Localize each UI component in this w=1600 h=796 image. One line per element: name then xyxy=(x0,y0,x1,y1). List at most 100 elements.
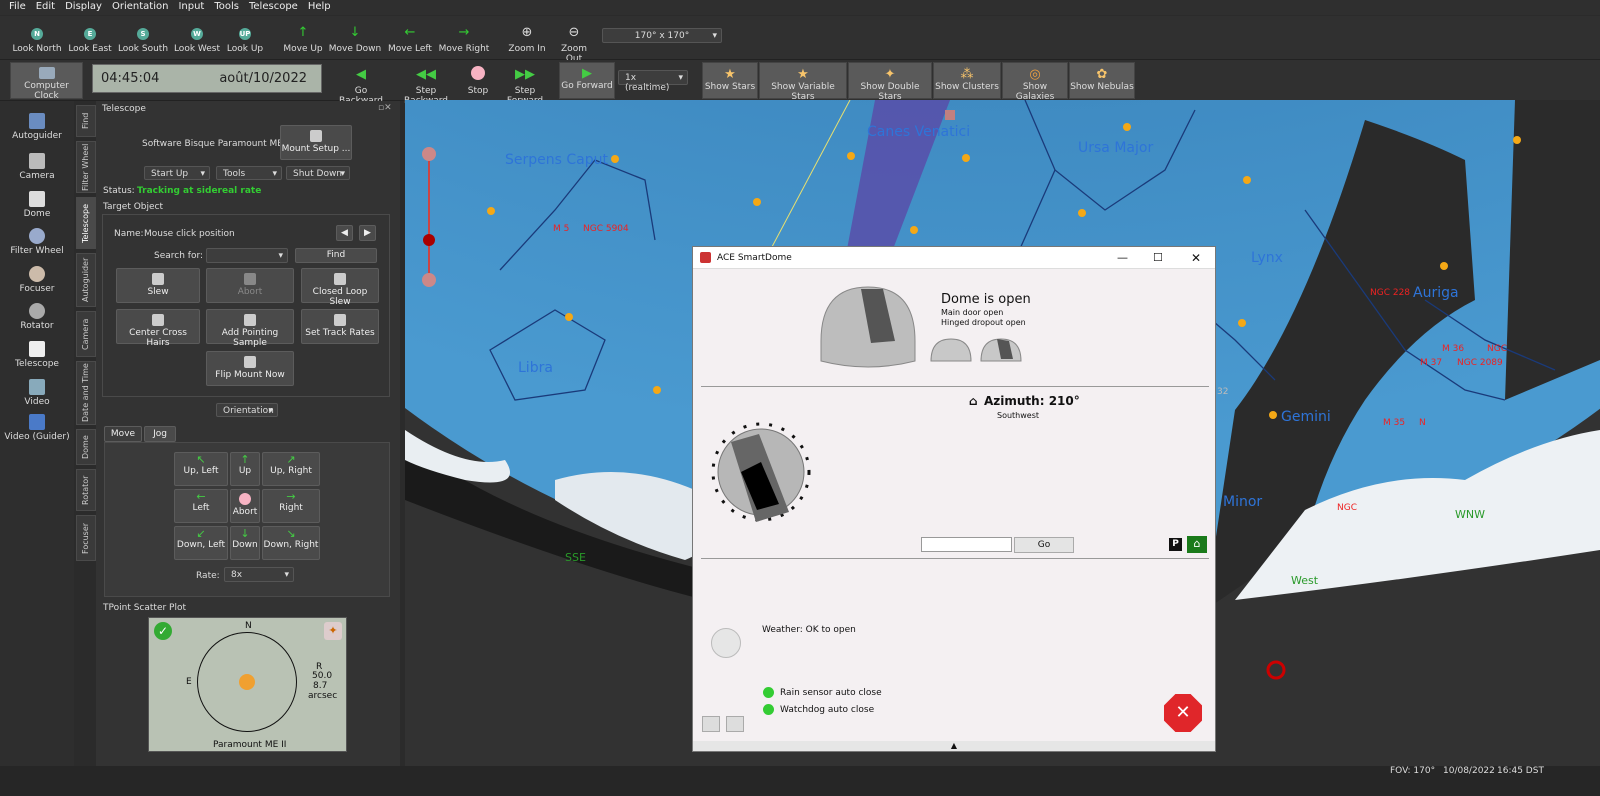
zoom-out-icon: ⊖ xyxy=(568,25,580,40)
go-backward-button[interactable]: ◀Go Backward xyxy=(332,66,390,106)
tab-date-and-time[interactable]: Date and Time xyxy=(76,361,96,425)
flip-mount-now-button[interactable]: Flip Mount Now xyxy=(206,351,294,386)
park-button[interactable]: P xyxy=(1169,538,1182,551)
menu-display[interactable]: Display xyxy=(60,0,107,15)
emergency-stop-button[interactable]: ✕ xyxy=(1164,694,1202,732)
zoom-plus-icon[interactable] xyxy=(422,147,436,161)
menu-file[interactable]: File xyxy=(4,0,31,15)
zoom-out-button[interactable]: ⊖ Zoom Out xyxy=(552,24,596,64)
abort-button[interactable]: Abort xyxy=(206,268,294,303)
tab-camera[interactable]: Camera xyxy=(76,311,96,357)
label-gemini: Gemini xyxy=(1281,409,1331,425)
telescope-tool[interactable]: Telescope xyxy=(0,341,74,369)
focuser-tool[interactable]: Focuser xyxy=(0,266,74,294)
menu-telescope[interactable]: Telescope xyxy=(244,0,303,15)
expand-arrow-icon[interactable]: ▲ xyxy=(693,741,1215,751)
float-close-icon[interactable]: ▫✕ xyxy=(378,103,392,113)
search-input[interactable] xyxy=(206,248,288,263)
menu-edit[interactable]: Edit xyxy=(31,0,60,15)
previous-button[interactable]: ◀ xyxy=(336,225,353,241)
tab-focuser[interactable]: Focuser xyxy=(76,515,96,561)
home-button[interactable]: ⌂ xyxy=(1187,536,1207,553)
zoom-slider-handle[interactable] xyxy=(423,234,435,246)
move-down-left-button[interactable]: ↙ Down, Left xyxy=(174,526,228,560)
tab-autoguider[interactable]: Autoguider xyxy=(76,253,96,307)
menu-input[interactable]: Input xyxy=(173,0,209,15)
slew-button[interactable]: Slew xyxy=(116,268,200,303)
tools-select[interactable]: Tools xyxy=(216,166,282,180)
go-forward-button[interactable]: ▶ Go Forward xyxy=(559,62,615,99)
go-button[interactable]: Go xyxy=(1014,537,1074,553)
galaxy-icon: ◎ xyxy=(1029,67,1041,82)
tab-rotator[interactable]: Rotator xyxy=(76,469,96,511)
south-icon: S xyxy=(137,28,149,40)
next-button[interactable]: ▶ xyxy=(359,225,376,241)
tab-dome[interactable]: Dome xyxy=(76,429,96,465)
look-up-button[interactable]: UP Look Up xyxy=(224,24,266,54)
video-guider-tool[interactable]: Video (Guider) xyxy=(0,414,74,442)
menu-help[interactable]: Help xyxy=(303,0,336,15)
camera-tool[interactable]: Camera xyxy=(0,153,74,181)
set-track-rates-button[interactable]: Set Track Rates xyxy=(301,309,379,344)
center-cross-hairs-button[interactable]: Center Cross Hairs xyxy=(116,309,200,348)
fov-select[interactable]: 170° x 170° xyxy=(602,28,722,43)
filter-wheel-tool[interactable]: Filter Wheel xyxy=(0,228,74,256)
add-pointing-sample-button[interactable]: Add Pointing Sample xyxy=(206,309,294,348)
camera-view-icon[interactable] xyxy=(726,716,744,732)
move-up-left-button[interactable]: ↖ Up, Left xyxy=(174,452,228,486)
orientation-select[interactable]: Orientation xyxy=(216,403,278,417)
menu-orientation[interactable]: Orientation xyxy=(107,0,173,15)
look-west-button[interactable]: W Look West xyxy=(172,24,222,54)
move-down-button[interactable]: ↓ Move Down xyxy=(328,24,382,54)
show-double-stars-button[interactable]: ✦ Show Double Stars xyxy=(848,62,932,102)
time-rate-select[interactable]: 1x (realtime) xyxy=(618,70,688,93)
mount-setup-button[interactable]: Mount Setup ... xyxy=(280,125,352,160)
move-up-right-button[interactable]: ↗ Up, Right xyxy=(262,452,320,486)
move-up-button[interactable]: ↑ Move Up xyxy=(280,24,326,54)
close-icon[interactable]: ✕ xyxy=(1191,247,1201,269)
autoguider-tool[interactable]: Autoguider xyxy=(0,113,74,141)
rotator-tool[interactable]: Rotator xyxy=(0,303,74,331)
minimize-icon[interactable]: — xyxy=(1117,247,1128,269)
video-tool[interactable]: Video xyxy=(0,379,74,407)
tab-telescope[interactable]: Telescope xyxy=(76,197,96,249)
move-left-button[interactable]: ← Move Left xyxy=(384,24,436,54)
move-down-button-panel[interactable]: ↓ Down xyxy=(230,526,260,560)
start-up-select[interactable]: Start Up xyxy=(144,166,210,180)
tab-find[interactable]: Find xyxy=(76,105,96,137)
zoom-in-button[interactable]: ⊕ Zoom In xyxy=(506,24,548,54)
tab-jog[interactable]: Jog xyxy=(144,426,176,442)
move-left-button-panel[interactable]: ← Left xyxy=(174,489,228,523)
tab-filter-wheel[interactable]: Filter Wheel xyxy=(76,141,96,193)
show-nebulas-button[interactable]: ✿ Show Nebulas xyxy=(1069,62,1135,99)
show-variable-stars-button[interactable]: ★ Show Variable Stars xyxy=(759,62,847,102)
azimuth-input[interactable] xyxy=(921,537,1012,552)
move-abort-button[interactable]: Abort xyxy=(230,489,260,523)
find-button[interactable]: Find xyxy=(295,248,377,263)
move-down-right-button[interactable]: ↘ Down, Right xyxy=(262,526,320,560)
pointing-model-icon[interactable]: ✦ xyxy=(324,622,342,640)
closed-loop-slew-button[interactable]: Closed Loop Slew xyxy=(301,268,379,307)
maximize-icon[interactable]: ☐ xyxy=(1153,247,1163,269)
move-up-button-panel[interactable]: ↑ Up xyxy=(230,452,260,486)
look-east-button[interactable]: E Look East xyxy=(66,24,114,54)
look-south-button[interactable]: S Look South xyxy=(116,24,170,54)
shut-down-select[interactable]: Shut Down xyxy=(286,166,350,180)
show-stars-button[interactable]: ★ Show Stars xyxy=(702,62,758,99)
tab-move[interactable]: Move xyxy=(104,426,142,442)
clock-display[interactable]: 04:45:04 août/10/2022 xyxy=(92,64,322,93)
rate-select[interactable]: 8x xyxy=(224,567,294,582)
computer-clock-button[interactable]: Computer Clock xyxy=(10,62,83,101)
dome-tool[interactable]: Dome xyxy=(0,191,74,219)
show-clusters-button[interactable]: ⁂ Show Clusters xyxy=(933,62,1001,99)
zoom-minus-icon[interactable] xyxy=(422,273,436,287)
show-galaxies-button[interactable]: ◎ Show Galaxies xyxy=(1002,62,1068,102)
stop-button[interactable]: Stop xyxy=(462,66,494,96)
label-lynx: Lynx xyxy=(1251,250,1283,266)
log-icon[interactable] xyxy=(702,716,720,732)
look-north-button[interactable]: N Look North xyxy=(12,24,62,54)
menu-tools[interactable]: Tools xyxy=(209,0,244,15)
move-right-button[interactable]: → Move Right xyxy=(438,24,490,54)
azimuth-dial[interactable] xyxy=(701,412,831,537)
move-right-button-panel[interactable]: → Right xyxy=(262,489,320,523)
